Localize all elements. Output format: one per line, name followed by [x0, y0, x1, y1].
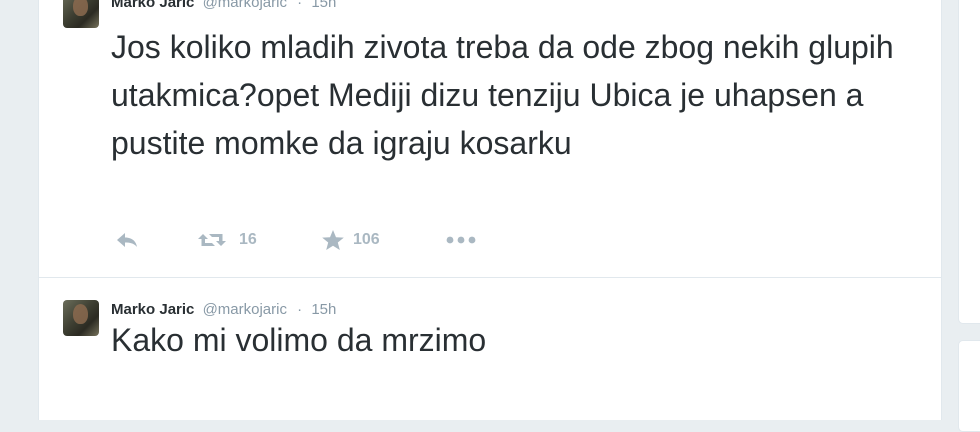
avatar[interactable]: [63, 0, 99, 28]
retweet-icon: [198, 234, 226, 246]
header-separator: ·: [297, 0, 303, 11]
reply-icon: [117, 233, 137, 247]
sidebar-module: [958, 0, 980, 324]
favorite-count: 106: [353, 231, 380, 248]
reply-button[interactable]: [115, 226, 139, 254]
sidebar-module: [958, 340, 980, 432]
tweet-text: Kako mi volimo da mrzimo: [111, 322, 487, 358]
favorite-button[interactable]: 106: [321, 226, 380, 254]
retweet-button[interactable]: 16: [197, 226, 257, 254]
avatar[interactable]: [63, 300, 99, 336]
tweet-stream: Marko Jaric @markojaric · 15h Jos koliko…: [38, 0, 942, 420]
tweet-username[interactable]: @markojaric: [203, 0, 287, 11]
tweet-timestamp[interactable]: 15h: [311, 0, 336, 11]
tweet-fullname[interactable]: Marko Jaric: [111, 0, 194, 11]
tweet-actions: 16 106: [111, 226, 711, 254]
tweet-header: Marko Jaric @markojaric · 15h: [111, 0, 336, 11]
tweet[interactable]: Marko Jaric @markojaric · 15h Kako mi vo…: [39, 278, 941, 428]
more-button[interactable]: [445, 226, 477, 254]
tweet[interactable]: Marko Jaric @markojaric · 15h Jos koliko…: [39, 0, 941, 278]
more-icon: [446, 236, 476, 244]
star-icon: [322, 230, 344, 250]
tweet-text: Jos koliko mladih zivota treba da ode zb…: [111, 29, 894, 161]
retweet-count: 16: [239, 231, 257, 248]
